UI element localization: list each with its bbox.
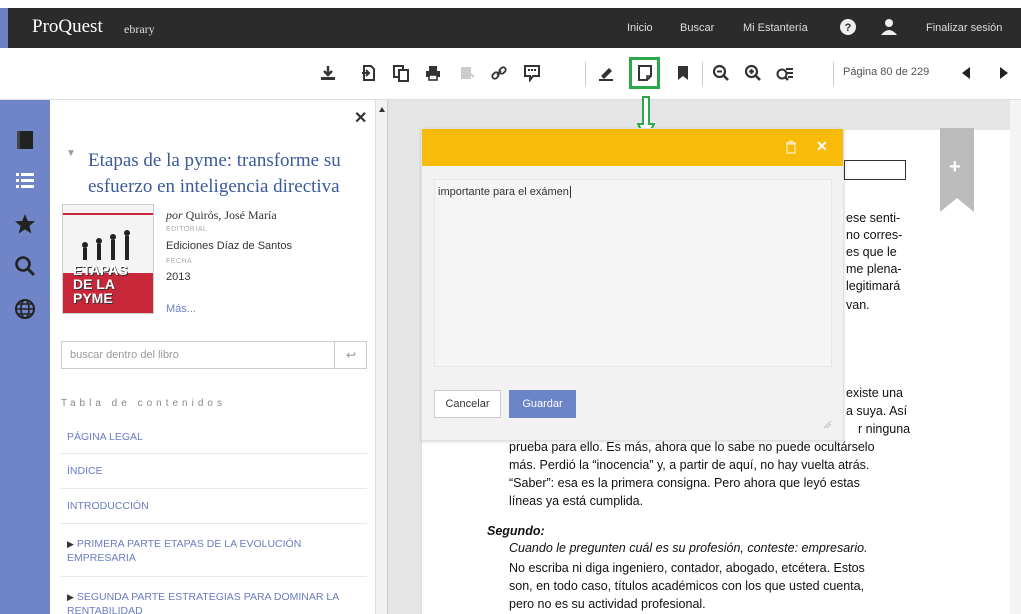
- globe-icon[interactable]: [12, 296, 38, 322]
- cancel-button[interactable]: Cancelar: [434, 390, 501, 418]
- note-icon[interactable]: [635, 63, 655, 83]
- date-value: 2013: [166, 271, 191, 283]
- prev-page-icon[interactable]: [956, 63, 976, 83]
- ebrary-logo: ebrary: [124, 22, 155, 36]
- next-page-icon[interactable]: [994, 63, 1014, 83]
- date-label: FECHA: [166, 258, 193, 265]
- page-line: existe una: [846, 386, 903, 400]
- book-icon[interactable]: [12, 127, 38, 153]
- save-button[interactable]: Guardar: [509, 390, 576, 418]
- close-icon[interactable]: ✕: [816, 138, 828, 155]
- nav-buscar[interactable]: Buscar: [680, 22, 714, 34]
- toc-item-expandable[interactable]: ▶ SEGUNDA PARTE ESTRATEGIAS PARA DOMINAR…: [61, 580, 367, 614]
- toc-heading: Tabla de contenidos: [61, 398, 226, 409]
- toc-item[interactable]: PÁGINA LEGAL: [61, 421, 367, 454]
- page-scrollbar[interactable]: [1010, 100, 1021, 614]
- expand-caret-icon[interactable]: ▶: [67, 539, 74, 549]
- cover-title: ETAPAS DE LA PYME: [73, 262, 128, 306]
- page-line: r ninguna: [858, 422, 911, 436]
- more-link[interactable]: Más...: [166, 303, 196, 315]
- page-line: “Saber”: esa es la primera consigna. Per…: [509, 476, 860, 490]
- toolbar-separator: [585, 62, 586, 86]
- toc-item-label: SEGUNDA PARTE ESTRATEGIAS PARA DOMINAR L…: [67, 591, 339, 614]
- nav-mi-estanteria[interactable]: Mi Estantería: [743, 22, 808, 34]
- svg-text:?: ?: [845, 22, 852, 34]
- add-bookmark-plus-icon[interactable]: +: [949, 156, 961, 179]
- book-cover: ETAPAS DE LA PYME: [62, 204, 154, 314]
- author-line: por Quirós, José María: [166, 208, 277, 223]
- section-heading: Segundo:: [487, 524, 545, 538]
- note-popup: ✕ importante para el exámen Cancelar Gua…: [421, 128, 844, 441]
- page-line: legitimará: [846, 279, 901, 293]
- help-icon[interactable]: ?: [839, 18, 857, 36]
- page-line: No escriba ni diga ingeniero, contador, …: [509, 561, 865, 575]
- comment-icon[interactable]: [522, 63, 542, 83]
- book-title[interactable]: Etapas de la pyme: transforme su esfuerz…: [88, 148, 368, 200]
- resize-handle-icon[interactable]: [822, 416, 832, 429]
- accent-strip: [0, 8, 8, 48]
- note-text: importante para el exámen: [438, 186, 569, 198]
- page-indicator[interactable]: Página 80 de 229: [843, 66, 929, 78]
- search-submit-button[interactable]: ↩: [334, 341, 367, 369]
- page-line: ese senti-: [846, 211, 901, 225]
- page-line: más. Perdió la “inocencia” y, a partir d…: [509, 458, 870, 472]
- collapse-caret-icon[interactable]: ▼: [66, 148, 76, 159]
- search-icon[interactable]: [12, 253, 38, 279]
- zoom-in-icon[interactable]: [743, 63, 763, 83]
- toc-list-icon[interactable]: [12, 167, 38, 193]
- toc-item[interactable]: ÍNDICE: [61, 456, 367, 489]
- download-chapter-icon[interactable]: [358, 63, 378, 83]
- highlighter-icon[interactable]: [596, 63, 616, 83]
- page-box: [844, 160, 906, 180]
- proquest-logo[interactable]: ProQuest: [32, 16, 103, 38]
- scroll-up-arrow-icon[interactable]: [378, 102, 386, 112]
- page-line: no corres-: [846, 228, 903, 242]
- note-textarea[interactable]: importante para el exámen: [434, 179, 832, 367]
- link-icon[interactable]: [489, 63, 509, 83]
- close-panel-icon[interactable]: ✕: [354, 108, 367, 128]
- page-line: me plena-: [846, 262, 902, 276]
- toc-item-expandable[interactable]: ▶ PRIMERA PARTE ETAPAS DE LA EVOLUCIÓN E…: [61, 527, 367, 577]
- toc-item[interactable]: INTRODUCCIÓN: [61, 491, 367, 524]
- toolbar-separator: [833, 62, 834, 86]
- page-line-italic: Cuando le pregunten cuál es su profesión…: [509, 541, 868, 555]
- nav-inicio[interactable]: Inicio: [627, 22, 653, 34]
- star-icon[interactable]: [12, 211, 38, 237]
- nav-logout[interactable]: Finalizar sesión: [926, 22, 1002, 34]
- search-placeholder: buscar dentro del libro: [70, 349, 179, 361]
- bookmark-icon[interactable]: [673, 63, 693, 83]
- user-icon[interactable]: [880, 18, 898, 36]
- publisher-label: EDITORIAL: [166, 226, 208, 233]
- publisher-value: Ediciones Díaz de Santos: [166, 240, 292, 252]
- page-line: líneas ya está cumplida.: [509, 494, 644, 508]
- print-icon[interactable]: [423, 63, 443, 83]
- author-prefix: por: [166, 208, 183, 222]
- author-name: Quirós, José María: [185, 208, 277, 222]
- zoom-out-icon[interactable]: [711, 63, 731, 83]
- copy-icon[interactable]: [391, 63, 411, 83]
- note-header: [422, 129, 843, 166]
- page-line: es que le: [846, 245, 897, 259]
- page-line: son, en todo caso, títulos académicos co…: [509, 579, 865, 593]
- expand-caret-icon[interactable]: ▶: [67, 592, 74, 602]
- toolbar-separator: [702, 62, 703, 86]
- sidebar-scrollbar[interactable]: [376, 100, 388, 614]
- highlight-disabled-icon: [456, 63, 476, 83]
- page-line: prueba para ello. Es más, ahora que lo s…: [509, 440, 875, 454]
- page-line: a suya. Así: [846, 404, 908, 418]
- page-line: pero no es su actividad profesional.: [509, 597, 706, 611]
- download-icon[interactable]: [318, 63, 338, 83]
- toc-item-label: PRIMERA PARTE ETAPAS DE LA EVOLUCIÓN EMP…: [67, 538, 302, 564]
- page-line: van.: [846, 298, 870, 312]
- trash-icon[interactable]: [784, 140, 798, 154]
- fit-page-icon[interactable]: [775, 63, 795, 83]
